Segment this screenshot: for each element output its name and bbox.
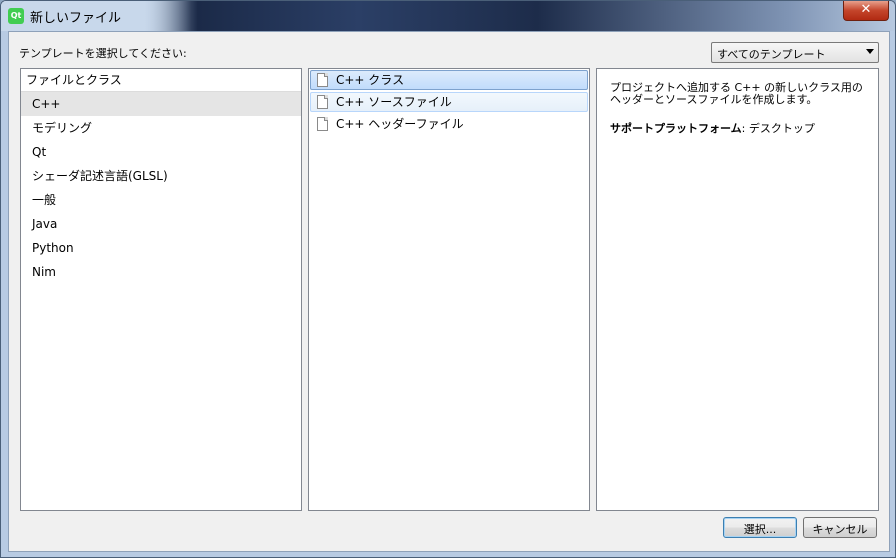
template-description-panel: プロジェクトへ追加する C++ の新しいクラス用のヘッダーとソースファイルを作成… <box>596 68 879 511</box>
category-item[interactable]: Python <box>21 236 301 260</box>
dropdown-arrow-icon <box>866 49 874 54</box>
template-item-cpp-class[interactable]: C++ クラス <box>310 70 588 90</box>
file-icon <box>317 73 328 87</box>
template-description: プロジェクトへ追加する C++ の新しいクラス用のヘッダーとソースファイルを作成… <box>610 81 863 106</box>
category-item[interactable]: C++ <box>21 92 301 116</box>
template-list[interactable]: C++ クラス C++ ソースファイル C++ ヘッダーファイル <box>308 68 590 511</box>
window-title: 新しいファイル <box>30 11 122 26</box>
cancel-button[interactable]: キャンセル <box>803 517 877 538</box>
platform-value: : デスクトップ <box>741 122 815 135</box>
template-item-label: C++ ヘッダーファイル <box>336 117 464 131</box>
file-icon <box>317 117 328 131</box>
category-item[interactable]: 一般 <box>21 188 301 212</box>
new-file-dialog: Qt 新しいファイル ✕ テンプレートを選択してください: すべてのテンプレート… <box>0 0 896 558</box>
category-group-header[interactable]: ファイルとクラス <box>21 69 301 92</box>
file-icon <box>317 95 328 109</box>
dialog-body: テンプレートを選択してください: すべてのテンプレート ファイルとクラス C++… <box>8 31 890 552</box>
template-filter-dropdown[interactable]: すべてのテンプレート <box>711 42 879 63</box>
category-item[interactable]: シェーダ記述言語(GLSL) <box>21 164 301 188</box>
choose-button[interactable]: 選択... <box>723 517 797 538</box>
close-button[interactable]: ✕ <box>843 1 889 21</box>
category-item[interactable]: モデリング <box>21 116 301 140</box>
supported-platforms: サポートプラットフォーム: デスクトップ <box>610 120 815 136</box>
platform-label: サポートプラットフォーム <box>610 122 742 135</box>
category-list[interactable]: ファイルとクラス C++ モデリング Qt シェーダ記述言語(GLSL) 一般 … <box>20 68 302 511</box>
template-item-label: C++ クラス <box>336 73 405 87</box>
category-item[interactable]: Qt <box>21 140 301 164</box>
template-prompt-label: テンプレートを選択してください: <box>19 47 187 60</box>
close-icon: ✕ <box>860 2 872 17</box>
template-item-cpp-header[interactable]: C++ ヘッダーファイル <box>310 114 588 134</box>
template-item-cpp-source[interactable]: C++ ソースファイル <box>310 92 588 112</box>
qt-app-icon: Qt <box>8 8 24 24</box>
template-item-label: C++ ソースファイル <box>336 95 452 109</box>
category-item[interactable]: Java <box>21 212 301 236</box>
category-item[interactable]: Nim <box>21 260 301 284</box>
template-filter-value: すべてのテンプレート <box>717 48 826 61</box>
title-bar[interactable]: Qt 新しいファイル ✕ <box>1 1 895 31</box>
